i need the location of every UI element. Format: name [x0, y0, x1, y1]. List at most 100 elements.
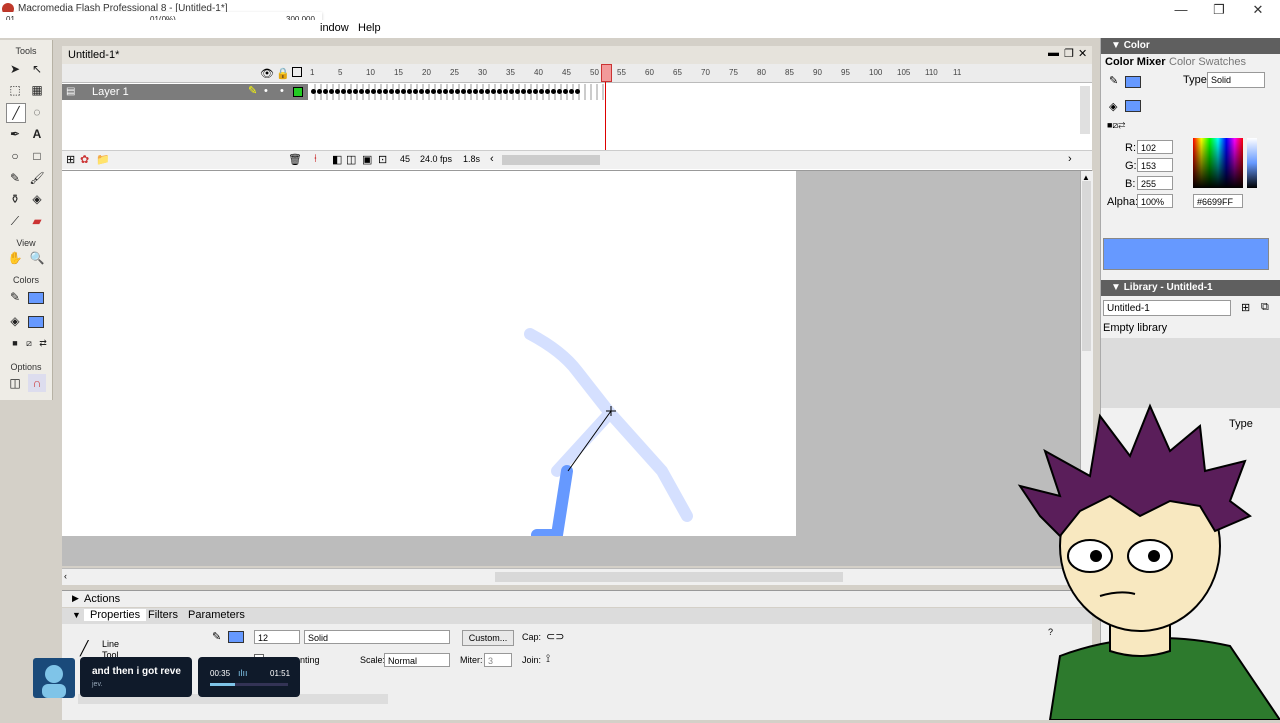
hand-tool-icon[interactable]: ✋	[6, 249, 24, 267]
layer-row[interactable]: ▤ Layer 1 ✎ • •	[62, 84, 308, 100]
keyframe-dot[interactable]	[341, 89, 346, 94]
keyframe-dot[interactable]	[425, 89, 430, 94]
tab-color-swatches[interactable]: Color Swatches	[1169, 56, 1246, 68]
mixer-fill-swatch[interactable]	[1125, 100, 1141, 112]
tab-filters[interactable]: Filters	[148, 609, 178, 621]
stage-canvas[interactable]	[62, 171, 796, 541]
keyframe-dot[interactable]	[497, 89, 502, 94]
mixer-stroke-swatch[interactable]	[1125, 76, 1141, 88]
keyframe-dot[interactable]	[569, 89, 574, 94]
snap-to-objects-icon[interactable]: ∩	[28, 374, 46, 392]
scroll-left-icon[interactable]: ‹	[490, 153, 494, 165]
keyframe-dot[interactable]	[455, 89, 460, 94]
keyframe-dot[interactable]	[371, 89, 376, 94]
lock-icon[interactable]: 🔒	[276, 67, 290, 80]
scroll-left-icon[interactable]: ‹	[64, 571, 67, 581]
stroke-swatch[interactable]	[228, 631, 244, 643]
keyframe-dot[interactable]	[479, 89, 484, 94]
maximize-icon[interactable]: ❐	[1208, 2, 1230, 18]
keyframe-dot[interactable]	[515, 89, 520, 94]
media-thumbnail[interactable]	[33, 658, 75, 698]
document-tab[interactable]: Untitled-1*	[68, 49, 119, 61]
oval-tool-icon[interactable]: ○	[6, 147, 24, 165]
eyedropper-tool-icon[interactable]: ⟋	[6, 212, 24, 230]
actions-panel-bar[interactable]: ▶ Actions	[62, 590, 1092, 607]
add-motion-guide-icon[interactable]: ✿	[80, 153, 89, 166]
zoom-tool-icon[interactable]: 🔍	[28, 249, 46, 267]
keyframe-dot[interactable]	[413, 89, 418, 94]
keyframe-dot[interactable]	[329, 89, 334, 94]
pencil-tool-icon[interactable]: ✎	[6, 169, 24, 187]
keyframe-dot[interactable]	[491, 89, 496, 94]
keyframe-dot[interactable]	[395, 89, 400, 94]
lasso-tool-icon[interactable]: ◌	[28, 103, 46, 121]
keyframe-dot[interactable]	[509, 89, 514, 94]
doc-minimize-icon[interactable]: ▬	[1048, 47, 1059, 59]
new-library-icon[interactable]: ⧉	[1261, 301, 1269, 314]
keyframe-dot[interactable]	[563, 89, 568, 94]
eraser-tool-icon[interactable]: ▰	[28, 212, 46, 230]
keyframe-dot[interactable]	[575, 89, 580, 94]
library-doc-select[interactable]: Untitled-1	[1103, 300, 1231, 316]
menu-window[interactable]: indow	[320, 22, 349, 34]
keyframe-dot[interactable]	[401, 89, 406, 94]
keyframe-dot[interactable]	[377, 89, 382, 94]
keyframe-dot[interactable]	[485, 89, 490, 94]
b-field[interactable]: 255	[1137, 176, 1173, 190]
pen-tool-icon[interactable]: ✒	[6, 125, 24, 143]
keyframe-dot[interactable]	[449, 89, 454, 94]
doc-restore-icon[interactable]: ❐	[1064, 47, 1074, 60]
stage-hscroll-thumb[interactable]	[495, 572, 843, 582]
insert-layer-icon[interactable]: ⊞	[66, 153, 75, 166]
paint-bucket-tool-icon[interactable]: ◈	[28, 190, 46, 208]
text-tool-icon[interactable]: A	[28, 125, 46, 143]
keyframe-dot[interactable]	[365, 89, 370, 94]
brightness-slider[interactable]	[1247, 138, 1257, 188]
delete-layer-icon[interactable]: 🗑	[288, 153, 302, 166]
stage-vscroll-thumb[interactable]	[1082, 181, 1091, 351]
keyframe-dot[interactable]	[551, 89, 556, 94]
g-field[interactable]: 153	[1137, 158, 1173, 172]
fill-transform-tool-icon[interactable]: ▦	[28, 81, 46, 99]
tab-parameters[interactable]: Parameters	[188, 609, 245, 621]
miter-field[interactable]: 3	[484, 653, 512, 667]
tab-properties[interactable]: Properties	[84, 609, 147, 621]
keyframe-dot[interactable]	[335, 89, 340, 94]
frame-ruler[interactable]: 1 5 10 15 20 25 30 35 40 45 50 55 60 65 70 75 80 85 90 95 10…	[310, 68, 1090, 80]
layer-name[interactable]: Layer 1	[92, 86, 129, 98]
rectangle-tool-icon[interactable]: □	[28, 147, 46, 165]
ink-bottle-tool-icon[interactable]: ⚱	[6, 190, 24, 208]
fill-color-swatch[interactable]	[28, 316, 44, 328]
scale-select[interactable]: Normal	[384, 653, 450, 667]
hex-field[interactable]: #6699FF	[1193, 194, 1243, 208]
timeline-vscroll[interactable]	[1080, 86, 1090, 134]
cap-select-icon[interactable]: ⊂⊃	[546, 630, 564, 643]
selection-tool-icon[interactable]: ➤	[6, 60, 24, 78]
brush-tool-icon[interactable]: 🖌	[28, 169, 46, 187]
modify-onion-markers-icon[interactable]: ⊡	[378, 153, 387, 166]
custom-button[interactable]: Custom...	[462, 630, 514, 646]
stroke-style-select[interactable]: Solid	[304, 630, 450, 644]
keyframe-dot[interactable]	[353, 89, 358, 94]
pin-library-icon[interactable]: ⊞	[1241, 301, 1250, 314]
edit-multiple-frames-icon[interactable]: ▣	[362, 153, 372, 166]
collapse-icon[interactable]: ▼	[72, 610, 81, 620]
insert-folder-icon[interactable]: 📁	[96, 153, 110, 166]
visible-dot-icon[interactable]: •	[264, 85, 268, 97]
minimize-icon[interactable]: —	[1170, 2, 1192, 18]
actions-label[interactable]: Actions	[84, 593, 120, 605]
timeline-hscroll-thumb[interactable]	[502, 155, 600, 165]
color-spectrum[interactable]	[1193, 138, 1243, 188]
keyframe-dot[interactable]	[359, 89, 364, 94]
stroke-color-swatch[interactable]	[28, 292, 44, 304]
keyframe-dot[interactable]	[539, 89, 544, 94]
keyframe-dot[interactable]	[557, 89, 562, 94]
alpha-field[interactable]: 100%	[1137, 194, 1173, 208]
media-progress-track[interactable]	[210, 683, 288, 686]
keyframe-dot[interactable]	[389, 89, 394, 94]
doc-close-icon[interactable]: ✕	[1078, 47, 1087, 60]
onion-skin-icon[interactable]: ◧	[332, 153, 342, 166]
keyframe-dot[interactable]	[473, 89, 478, 94]
swap-colors-icon[interactable]: ⇄	[34, 334, 52, 352]
keyframe-dot[interactable]	[317, 89, 322, 94]
